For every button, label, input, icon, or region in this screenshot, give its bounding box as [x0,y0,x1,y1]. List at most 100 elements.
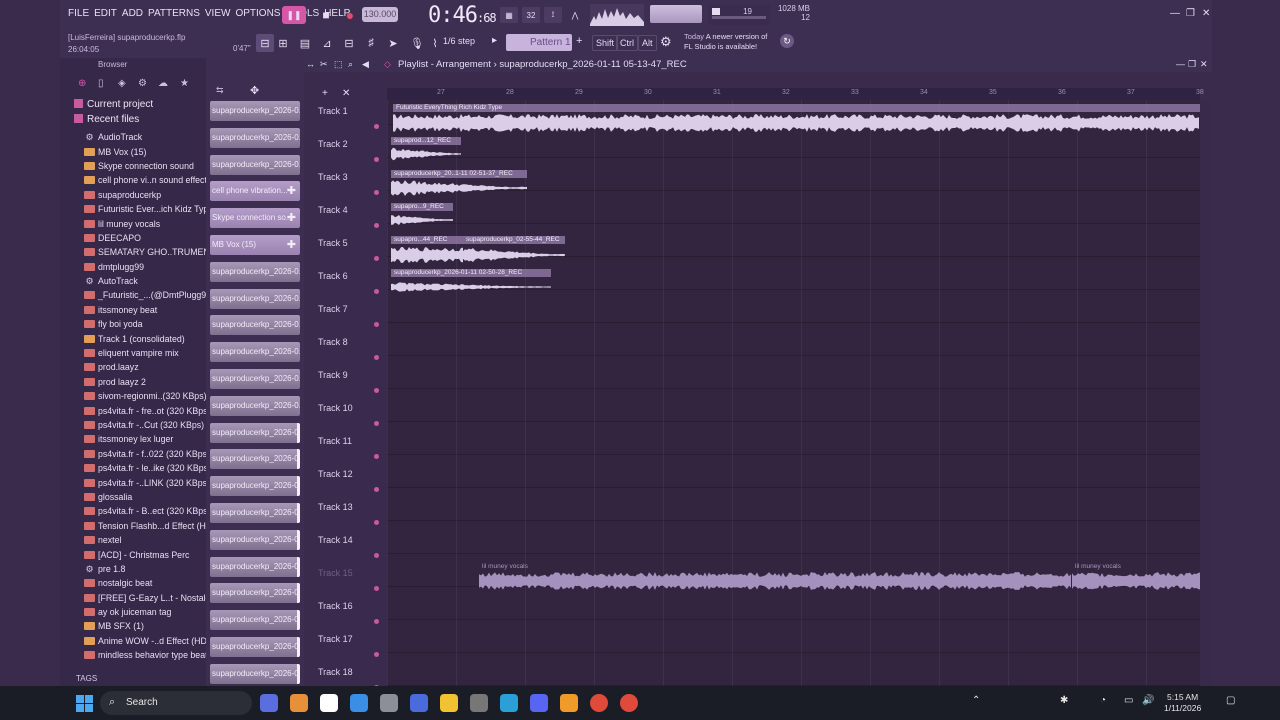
recent-file-item[interactable]: glossalia [84,490,206,504]
snap-step[interactable]: 1/6 step [443,36,475,46]
track-name[interactable]: Track 7 [318,304,348,314]
recent-file-item[interactable]: _Futuristic_...(@DmtPlugg99) [84,288,206,302]
fl-studio-icon[interactable] [560,694,578,712]
ghost-audio-clip[interactable]: lil muney vocals [479,563,1072,591]
picker-clip[interactable]: supaproducerkp_2026-0... [210,663,300,684]
picker-clip[interactable]: supaproducerkp_2026-0... [210,529,300,550]
track-name[interactable]: Track 11 [318,436,352,446]
recent-file-item[interactable]: eliquent vampire mix [84,346,206,360]
taskbar-app-icon[interactable] [350,694,368,712]
picker-clip[interactable]: supaproducerkp_2026-0... [210,610,300,631]
windows-start-icon[interactable] [76,695,93,712]
track-mute-led[interactable] [374,223,379,228]
notification-icon[interactable]: ▢ [1226,695,1235,706]
wait-icon[interactable]: ⟟ [544,7,562,23]
recent-file-item[interactable]: mindless behavior type beat [84,648,206,662]
picker-clip[interactable]: supaproducerkp_2026-0... [210,503,300,523]
recent-file-item[interactable]: dmtplugg99 [84,260,206,274]
menu-edit[interactable]: EDIT [94,8,117,19]
picker-arrow-icon[interactable]: ⇆ [216,85,224,96]
recent-file-item[interactable]: lil muney vocals [84,216,206,230]
picker-clip[interactable]: Skype connection so... ✚ [210,208,300,229]
browser-add-icon[interactable]: ⊕ [78,78,86,89]
recent-file-item[interactable]: SEMATARY GHO..TRUMENTAL [84,245,206,259]
track-mute-led[interactable] [374,487,379,492]
recent-file-item[interactable]: nostalgic beat [84,576,206,590]
recent-file-item[interactable]: Skype connection sound [84,159,206,173]
pin-icon[interactable]: ✚ [287,184,296,197]
edge-icon[interactable] [500,694,518,712]
menu-view[interactable]: VIEW [205,8,231,19]
channel-rack-icon[interactable]: ▤ [296,34,314,52]
track-name[interactable]: Track 5 [318,238,348,248]
tray-bluetooth-icon[interactable]: ✱ [1060,695,1068,706]
taskbar-app-icon[interactable] [290,694,308,712]
track-mute-led[interactable] [374,652,379,657]
tray-monitor-icon[interactable]: ▭ [1124,695,1133,706]
recent-file-item[interactable]: [FREE] G-Eazy L..t - Nostalgic [84,591,206,605]
ctrl-button[interactable]: Ctrl [616,35,638,51]
chrome-icon[interactable] [590,694,608,712]
track-name[interactable]: Track 13 [318,502,353,512]
track-name[interactable]: Track 1 [318,106,348,116]
track-mute-led[interactable] [374,586,379,591]
recent-file-item[interactable]: supaproducerkp [84,188,206,202]
track-mute-led[interactable] [374,355,379,360]
recent-file-item[interactable]: DEECAPO [84,231,206,245]
track-name[interactable]: Track 17 [318,634,353,644]
remove-track-icon[interactable]: ✕ [342,88,350,99]
record-button[interactable]: ● [342,6,358,24]
master-volume-meter[interactable] [650,5,702,23]
close-icon[interactable]: ✕ [1202,8,1210,19]
discord-icon[interactable] [530,694,548,712]
recent-file-item[interactable]: ps4vita.fr - fre..ot (320 KBps) [84,403,206,417]
metronome-icon[interactable]: ▦ [500,7,518,23]
minimize-icon[interactable]: — [1170,8,1180,19]
track-mute-led[interactable] [374,124,379,129]
picker-clip[interactable]: supaproducerkp_2026-0... [210,101,300,121]
recent-file-item[interactable]: Tension Flashb...d Effect (HD) [84,519,206,533]
recent-file-item[interactable]: ps4vita.fr -..LINK (320 KBps) [84,475,206,489]
timeline-ruler[interactable]: 27 28 29 30 31 32 33 34 35 36 37 38 [387,88,1204,100]
playlist-scrollbar[interactable] [1200,100,1212,686]
pin-icon[interactable]: ✚ [287,238,296,251]
audio-clip[interactable]: supaproducerkp_20..1-11 02-51-37_REC [391,170,527,198]
picker-clip[interactable]: supaproducerkp_2026-0... [210,583,300,604]
select-icon[interactable]: ⬚ [334,59,343,70]
playlist-grid[interactable]: Futuristic EveryThing Rich Kidz Type supa… [387,100,1200,686]
track-mute-led[interactable] [374,454,379,459]
track-mute-led[interactable] [374,190,379,195]
taskbar-search[interactable]: ⌕ Search [100,691,252,715]
recent-file-item[interactable]: ps4vita.fr -..Cut (320 KBps) [84,418,206,432]
pattern-prev-icon[interactable]: ▸ [492,35,497,46]
snap-icon[interactable]: ⌇ [426,34,444,52]
track-mute-led[interactable] [374,421,379,426]
menu-options[interactable]: OPTIONS [235,8,280,19]
playlist-icon[interactable]: ⊞ [274,34,292,52]
track-name[interactable]: Track 12 [318,469,353,479]
recent-file-item[interactable]: ps4vita.fr - B..ect (320 KBps) [84,504,206,518]
ghost-audio-clip[interactable]: lil muney vocals [1072,563,1200,591]
recent-file-item[interactable]: ⚙ AutoTrack [84,274,206,288]
track-name[interactable]: Track 6 [318,271,348,281]
update-icon[interactable]: ↻ [780,34,794,48]
song-time-display[interactable]: 0:46:68 [428,3,497,28]
lock-icon[interactable]: ⊟ [256,34,274,52]
recent-file-item[interactable]: cell phone vi..n sound effect [84,173,206,187]
playlist-minimize-icon[interactable]: — [1176,59,1185,69]
picker-clip[interactable]: supaproducerkp_2026-0... [210,449,300,470]
recent-file-item[interactable]: Track 1 (consolidated) [84,331,206,345]
track-mute-led[interactable] [374,256,379,261]
picker-clip[interactable]: MB Vox (15) ✚ [210,235,300,255]
audio-clip[interactable]: supapro...9_REC [391,203,453,229]
recent-file-item[interactable]: ⚙ pre 1.8 [84,562,206,576]
track-name[interactable]: Track 3 [318,172,348,182]
news-panel[interactable]: Today A newer version of FL Studio is av… [684,32,767,52]
track-mute-led[interactable] [374,520,379,525]
picker-clip[interactable]: supaproducerkp_2026-0... [210,288,300,309]
chrome-icon[interactable] [620,694,638,712]
tray-volume-icon[interactable]: 🔊 [1142,695,1154,706]
alt-button[interactable]: Alt [638,35,657,51]
track-mute-led[interactable] [374,619,379,624]
recent-file-item[interactable]: itssmoney beat [84,303,206,317]
